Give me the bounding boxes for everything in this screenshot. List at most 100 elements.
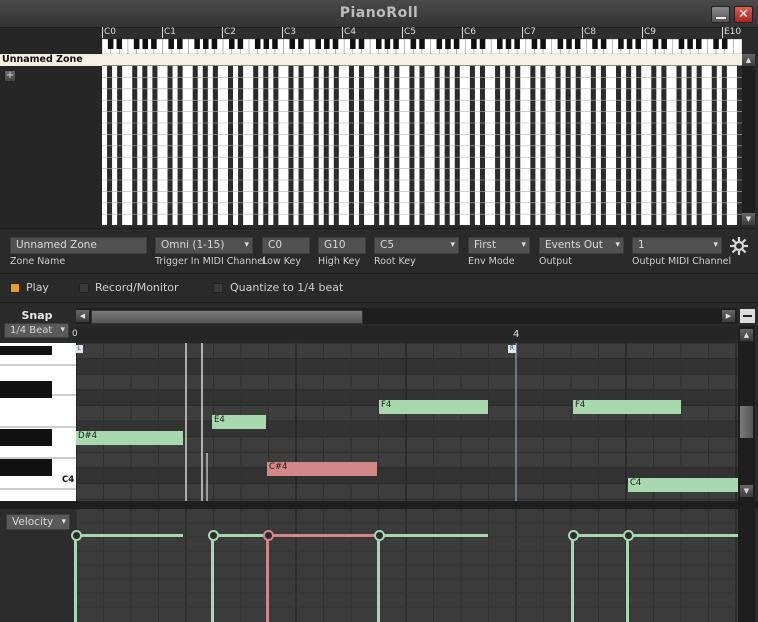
black-key[interactable]: [384, 39, 391, 49]
black-key[interactable]: [142, 39, 149, 49]
scroll-down-icon[interactable]: ▼: [742, 213, 755, 225]
black-key[interactable]: [168, 39, 174, 49]
black-key[interactable]: [419, 39, 425, 49]
high-key-field[interactable]: G10: [318, 237, 366, 254]
note-c4[interactable]: C4: [628, 478, 738, 492]
loop-end-marker[interactable]: R: [508, 345, 516, 353]
black-key[interactable]: [375, 39, 382, 49]
black-key[interactable]: [263, 39, 270, 49]
env-mode-select[interactable]: First: [468, 237, 530, 254]
black-key[interactable]: [177, 39, 183, 49]
output-select[interactable]: Events Out: [539, 237, 624, 254]
black-key[interactable]: [228, 39, 235, 49]
velocity-handle[interactable]: [208, 530, 219, 541]
black-key[interactable]: [237, 39, 244, 49]
velocity-stem[interactable]: [571, 534, 574, 622]
root-key-select[interactable]: C5: [374, 237, 459, 254]
scroll-left-icon[interactable]: ◀: [76, 310, 89, 322]
black-key[interactable]: [574, 39, 581, 49]
black-key[interactable]: [324, 39, 330, 49]
black-key[interactable]: [0, 381, 52, 398]
play-checkbox[interactable]: [10, 283, 20, 293]
black-key[interactable]: [600, 39, 607, 49]
mini-keyboard[interactable]: [101, 38, 743, 55]
velocity-stem[interactable]: [211, 534, 214, 622]
black-key[interactable]: [332, 39, 339, 49]
zone-list-item[interactable]: Unnamed Zone: [0, 54, 102, 66]
black-key[interactable]: [358, 39, 365, 49]
black-key[interactable]: [151, 39, 157, 49]
velocity-handle[interactable]: [263, 530, 274, 541]
note-f4[interactable]: F4: [379, 400, 488, 414]
velocity-handle[interactable]: [71, 530, 82, 541]
timeline-header[interactable]: [76, 326, 738, 343]
velocity-stem[interactable]: [74, 534, 77, 622]
velocity-handle[interactable]: [374, 530, 385, 541]
black-key[interactable]: [0, 429, 52, 446]
minimize-button[interactable]: [711, 6, 730, 23]
black-key[interactable]: [445, 39, 451, 49]
black-key[interactable]: [540, 39, 546, 49]
horizontal-scrollbar[interactable]: ◀ ▶: [76, 308, 737, 324]
black-key[interactable]: [479, 39, 486, 49]
velocity-lane-select[interactable]: Velocity: [6, 514, 70, 530]
add-zone-button[interactable]: +: [4, 70, 16, 82]
scroll-right-icon[interactable]: ▶: [722, 310, 735, 322]
black-key[interactable]: [678, 39, 685, 49]
scroll-thumb[interactable]: [740, 406, 753, 438]
output-channel-select[interactable]: 1: [632, 237, 722, 254]
black-key[interactable]: [393, 39, 399, 49]
black-key[interactable]: [194, 39, 200, 49]
black-key[interactable]: [350, 39, 356, 49]
zone-scrollbar[interactable]: ▲ ▼: [742, 54, 755, 225]
black-key[interactable]: [721, 39, 728, 49]
velocity-handle[interactable]: [623, 530, 634, 541]
black-key[interactable]: [471, 39, 477, 49]
black-key[interactable]: [618, 39, 624, 49]
black-key[interactable]: [626, 39, 633, 49]
black-key[interactable]: [203, 39, 209, 49]
gear-icon[interactable]: [729, 236, 749, 256]
scroll-up-icon[interactable]: ▲: [740, 329, 753, 341]
trigger-channel-select[interactable]: Omni (1-15): [155, 237, 253, 254]
black-key[interactable]: [505, 39, 512, 49]
lane-splitter[interactable]: [0, 501, 758, 509]
black-key[interactable]: [133, 39, 140, 49]
black-key[interactable]: [0, 346, 52, 355]
black-key[interactable]: [661, 39, 667, 49]
black-key[interactable]: [0, 459, 52, 476]
black-key[interactable]: [211, 39, 218, 49]
velocity-stem[interactable]: [626, 534, 629, 622]
zone-key-range-bar[interactable]: [102, 54, 742, 66]
black-key[interactable]: [695, 39, 702, 49]
quantize-checkbox[interactable]: [213, 283, 223, 293]
low-key-field[interactable]: C0: [262, 237, 310, 254]
black-key[interactable]: [289, 39, 296, 49]
black-key[interactable]: [652, 39, 659, 49]
note-c-sharp-4-selected[interactable]: C#4: [267, 462, 377, 476]
note-f4[interactable]: F4: [573, 400, 681, 414]
zone-name-field[interactable]: Unnamed Zone: [10, 237, 147, 254]
black-key[interactable]: [436, 39, 443, 49]
black-key[interactable]: [713, 39, 719, 49]
zoom-button[interactable]: [740, 309, 755, 323]
scroll-up-icon[interactable]: ▲: [742, 54, 755, 66]
close-button[interactable]: ✕: [734, 6, 753, 23]
note-grid-scrollbar[interactable]: ▲ ▼: [738, 326, 755, 501]
black-key[interactable]: [635, 39, 641, 49]
black-key[interactable]: [453, 39, 460, 49]
black-key[interactable]: [272, 39, 278, 49]
black-key[interactable]: [592, 39, 598, 49]
black-key[interactable]: [557, 39, 564, 49]
velocity-stem[interactable]: [377, 534, 380, 622]
white-key[interactable]: [733, 38, 743, 55]
velocity-lane[interactable]: [76, 509, 738, 622]
black-key[interactable]: [254, 39, 261, 49]
velocity-handle[interactable]: [568, 530, 579, 541]
black-key[interactable]: [116, 39, 123, 49]
note-e4[interactable]: E4: [212, 415, 266, 429]
black-key[interactable]: [687, 39, 693, 49]
loop-start-marker[interactable]: L: [75, 345, 83, 353]
velocity-stem-selected[interactable]: [266, 534, 269, 622]
black-key[interactable]: [566, 39, 572, 49]
